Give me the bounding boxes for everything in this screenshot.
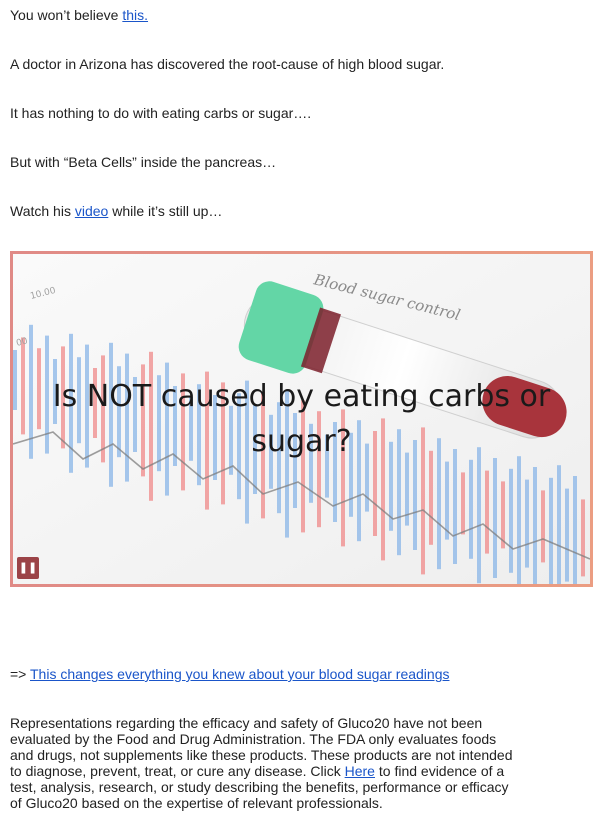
background-bar bbox=[581, 499, 585, 577]
paragraph-beta-cells: But with “Beta Cells” inside the pancrea… bbox=[10, 154, 277, 170]
intro-text: You won’t believe bbox=[10, 7, 123, 23]
background-bar bbox=[501, 481, 505, 549]
pause-icon: ❚❚ bbox=[18, 561, 38, 574]
watch-text-before: Watch his bbox=[10, 203, 75, 219]
background-bar bbox=[493, 458, 497, 578]
background-bar bbox=[573, 476, 577, 584]
cta-arrow: => bbox=[10, 666, 30, 682]
background-bar bbox=[453, 449, 457, 564]
background-bar bbox=[565, 488, 569, 582]
background-bar bbox=[549, 477, 553, 584]
background-bar bbox=[461, 472, 465, 535]
paragraph-doctor: A doctor in Arizona has discovered the r… bbox=[10, 56, 445, 72]
watch-text-after: while it’s still up… bbox=[108, 203, 223, 219]
background-bar bbox=[477, 447, 481, 584]
background-bar bbox=[469, 459, 473, 559]
video-link[interactable]: video bbox=[75, 203, 108, 219]
cta-link[interactable]: This changes everything you knew about y… bbox=[30, 666, 449, 682]
background-bar bbox=[557, 465, 561, 584]
cta-line: => This changes everything you knew abou… bbox=[10, 665, 449, 683]
video-thumbnail[interactable]: 10.00 00 Blood sugar control Is NOT caus… bbox=[10, 251, 593, 587]
paragraph-carbs: It has nothing to do with eating carbs o… bbox=[10, 105, 312, 121]
intro-line: You won’t believe this. bbox=[10, 6, 148, 24]
background-bar bbox=[525, 479, 529, 568]
pause-button[interactable]: ❚❚ bbox=[17, 557, 39, 579]
background-bar bbox=[445, 461, 449, 540]
disclaimer: Representations regarding the efficacy a… bbox=[10, 715, 520, 811]
background-bar bbox=[485, 470, 489, 554]
watch-video-line: Watch his video while it’s still up… bbox=[10, 202, 222, 220]
background-bar bbox=[509, 468, 513, 573]
background-bar bbox=[533, 467, 537, 584]
background-bar bbox=[429, 450, 433, 545]
intro-link[interactable]: this. bbox=[122, 7, 148, 23]
background-bar bbox=[517, 456, 521, 584]
disclaimer-here-link[interactable]: Here bbox=[345, 763, 375, 779]
background-bar bbox=[541, 490, 545, 563]
video-caption: Is NOT caused by eating carbs or sugar? bbox=[52, 379, 551, 459]
